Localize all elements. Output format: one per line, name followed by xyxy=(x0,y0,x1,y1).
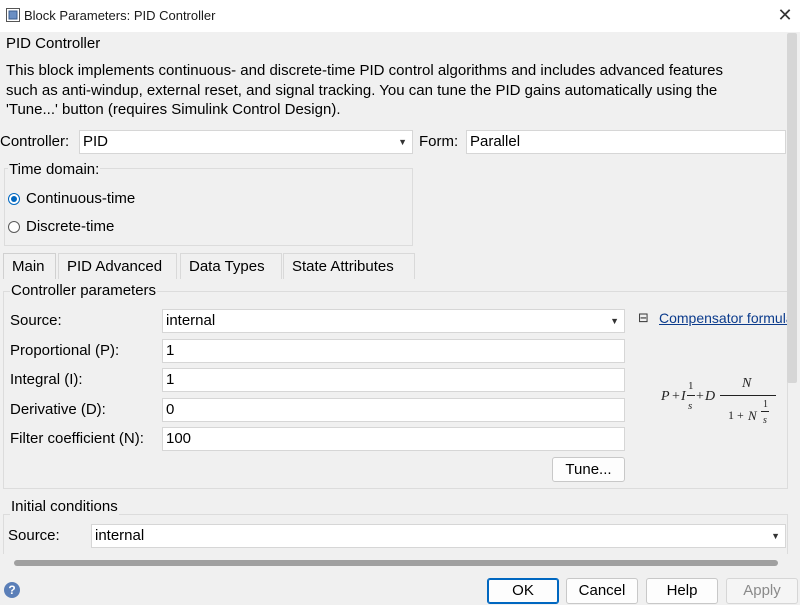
filter-coefficient-label: Filter coefficient (N): xyxy=(10,430,144,447)
form-dropdown[interactable]: Parallel xyxy=(466,130,786,154)
chevron-down-icon: ▼ xyxy=(771,531,780,541)
window-title: Block Parameters: PID Controller xyxy=(24,8,216,23)
collapse-icon[interactable]: ⊟ xyxy=(638,310,649,326)
tab-data-types[interactable]: Data Types xyxy=(180,253,282,279)
filter-coefficient-field[interactable]: 100 xyxy=(162,427,625,451)
help-icon[interactable]: ? xyxy=(4,582,20,598)
continuous-time-radio[interactable] xyxy=(8,193,20,205)
integral-label: Integral (I): xyxy=(10,371,83,388)
controller-dropdown[interactable]: PID ▼ xyxy=(79,130,413,154)
horizontal-scrollbar[interactable] xyxy=(14,560,778,566)
cancel-button[interactable]: Cancel xyxy=(566,578,638,604)
controller-label: Controller: xyxy=(0,133,70,150)
description-line: 'Tune...' button (requires Simulink Cont… xyxy=(6,101,341,118)
block-description: This block implements continuous- and di… xyxy=(6,61,778,120)
initial-source-value: internal xyxy=(95,527,145,544)
compensator-formula: P + I 1 s + D N 1 + N 1 s xyxy=(650,372,780,434)
block-name: PID Controller xyxy=(6,35,101,52)
form-value: Parallel xyxy=(470,133,521,150)
chevron-down-icon: ▼ xyxy=(398,137,407,147)
compensator-formula-link[interactable]: Compensator formula xyxy=(659,310,794,326)
form-label: Form: xyxy=(419,133,459,150)
proportional-label: Proportional (P): xyxy=(10,342,120,359)
vertical-scrollbar[interactable] xyxy=(787,33,797,383)
tune-button[interactable]: Tune... xyxy=(552,457,625,482)
initial-source-label: Source: xyxy=(8,527,60,544)
discrete-time-label[interactable]: Discrete-time xyxy=(26,218,114,235)
discrete-time-radio[interactable] xyxy=(8,221,20,233)
description-line: This block implements continuous- and di… xyxy=(6,62,724,79)
derivative-field[interactable]: 0 xyxy=(162,398,625,422)
source-label: Source: xyxy=(10,312,62,329)
tab-pid-advanced[interactable]: PID Advanced xyxy=(58,253,177,279)
source-dropdown[interactable]: internal ▼ xyxy=(162,309,625,333)
initial-source-dropdown[interactable]: internal ▼ xyxy=(91,524,786,548)
continuous-time-label[interactable]: Continuous-time xyxy=(26,190,135,207)
controller-parameters-heading: Controller parameters xyxy=(10,282,158,299)
tab-state-attributes[interactable]: State Attributes xyxy=(283,253,415,279)
derivative-label: Derivative (D): xyxy=(10,401,106,418)
proportional-field[interactable]: 1 xyxy=(162,339,625,363)
controller-value: PID xyxy=(83,133,109,150)
ok-button[interactable]: OK xyxy=(487,578,559,604)
apply-button[interactable]: Apply xyxy=(726,578,798,604)
time-domain-label: Time domain: xyxy=(8,161,101,178)
source-value: internal xyxy=(166,312,216,329)
chevron-down-icon: ▼ xyxy=(610,316,619,326)
description-line: such as anti-windup, external reset, and… xyxy=(6,81,718,99)
close-icon[interactable]: ✕ xyxy=(772,3,798,29)
help-button[interactable]: Help xyxy=(646,578,718,604)
simulink-block-icon xyxy=(6,8,20,22)
initial-conditions-heading: Initial conditions xyxy=(10,498,119,515)
tab-main[interactable]: Main xyxy=(3,253,56,279)
integral-field[interactable]: 1 xyxy=(162,368,625,392)
